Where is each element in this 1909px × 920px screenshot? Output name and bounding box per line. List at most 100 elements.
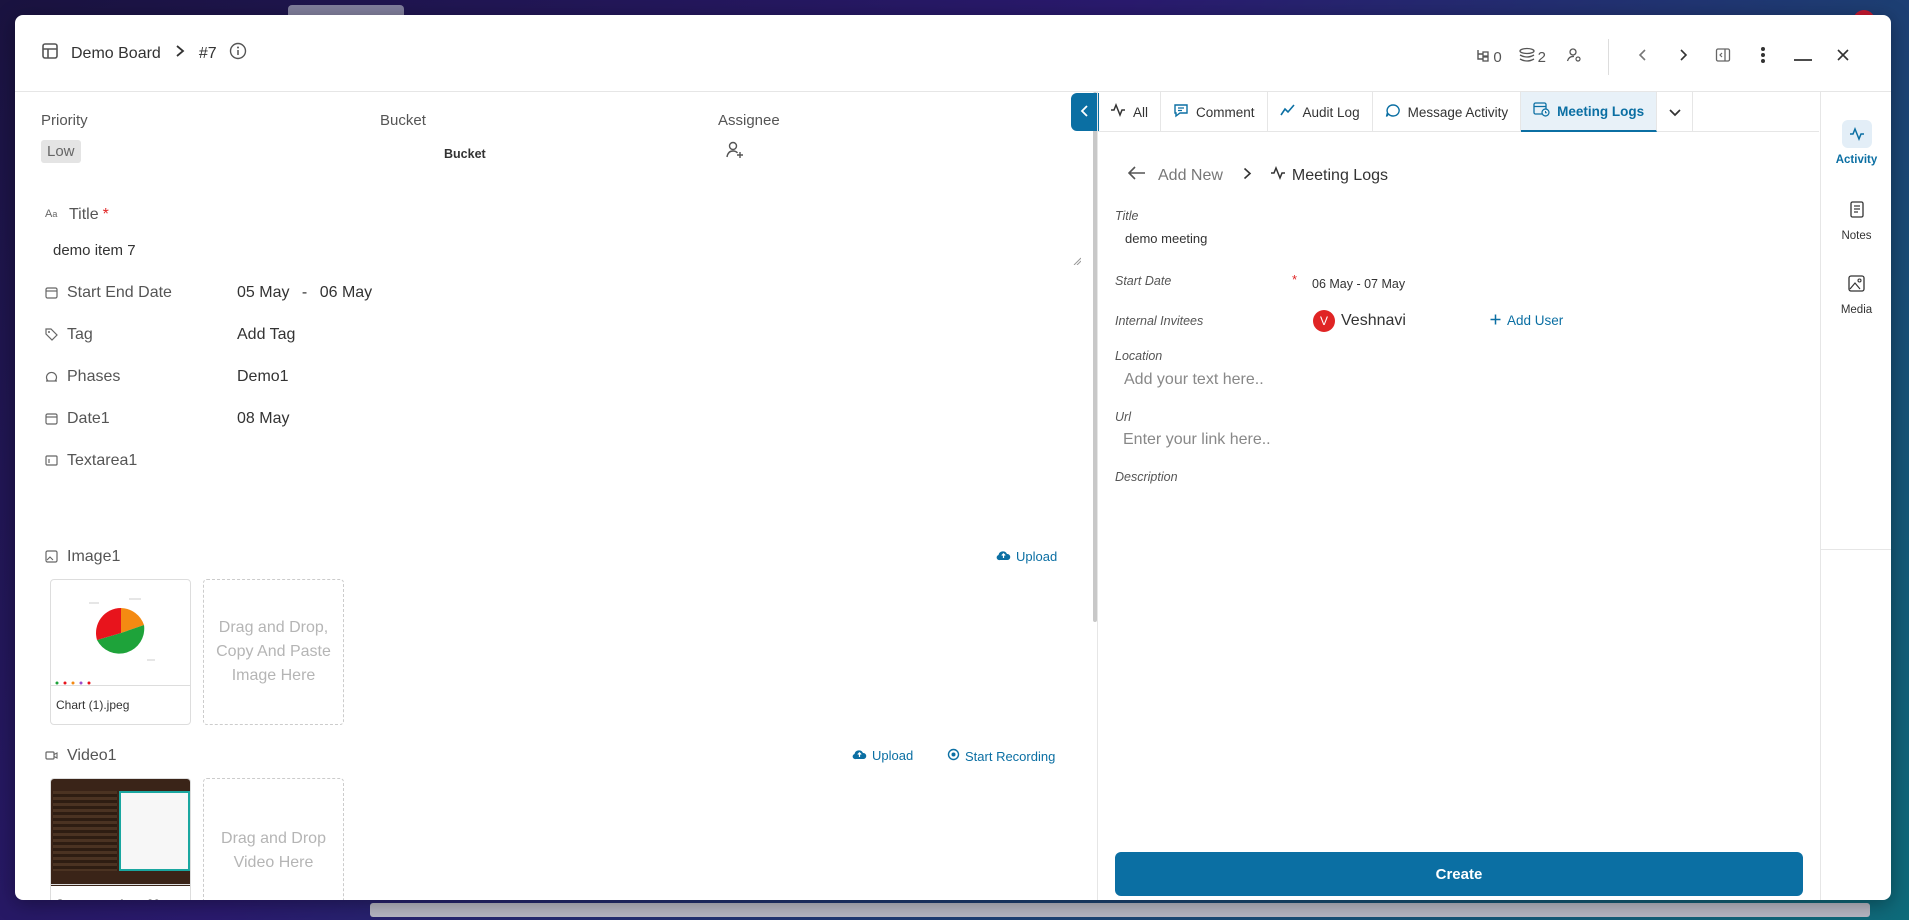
date1-label: Date1 xyxy=(45,410,110,428)
info-icon[interactable] xyxy=(229,42,247,65)
video-dropzone[interactable]: Drag and Drop Video Here xyxy=(203,778,344,900)
chevron-right-icon xyxy=(1243,167,1252,185)
title-label-text: Title xyxy=(69,206,99,223)
date-separator: - xyxy=(301,284,308,301)
start-end-date-value[interactable]: 05 May - 06 May xyxy=(237,284,372,302)
date1-value[interactable]: 08 May xyxy=(237,410,289,428)
calendar-icon xyxy=(45,286,59,300)
date1-label-text: Date1 xyxy=(67,410,110,427)
chevron-left-icon xyxy=(1636,48,1650,66)
add-tag-button[interactable]: Add Tag xyxy=(237,326,295,344)
description-label: Description xyxy=(1115,470,1178,484)
meeting-title-label: Title xyxy=(1115,209,1139,223)
board-icon xyxy=(41,42,59,65)
video-upload-button[interactable]: Upload xyxy=(852,748,913,763)
trend-icon xyxy=(1279,103,1296,121)
rail-media[interactable]: Media xyxy=(1821,270,1891,316)
location-label: Location xyxy=(1115,349,1163,363)
collapse-panel-button[interactable] xyxy=(1071,93,1099,131)
tab-audit-log[interactable]: Audit Log xyxy=(1268,92,1373,132)
image-file-name: Chart (1).jpeg xyxy=(51,685,190,724)
calendar-icon xyxy=(45,412,59,426)
toggle-panel-button[interactable] xyxy=(1703,42,1743,72)
image-upload-button[interactable]: Upload xyxy=(996,549,1057,564)
more-vertical-icon xyxy=(1760,46,1766,68)
add-new-link[interactable]: Add New xyxy=(1158,167,1223,185)
url-input[interactable]: Enter your link here.. xyxy=(1123,431,1271,449)
chevron-right-icon xyxy=(1676,48,1690,66)
tab-meeting-logs[interactable]: Meeting Logs xyxy=(1521,92,1658,132)
priority-chip[interactable]: Low xyxy=(41,140,81,163)
add-assignee-icon[interactable] xyxy=(725,140,745,165)
close-icon xyxy=(1836,48,1850,66)
textarea1-label-text: Textarea1 xyxy=(67,452,138,469)
title-textarea[interactable]: demo item 7 xyxy=(45,230,1082,270)
screencast-preview-image xyxy=(51,779,190,886)
tab-comment[interactable]: Comment xyxy=(1161,92,1268,132)
tab-comment-label: Comment xyxy=(1196,104,1255,120)
minimize-icon xyxy=(1794,49,1812,66)
tag-label-text: Tag xyxy=(67,326,93,343)
more-options-button[interactable] xyxy=(1743,42,1783,72)
resize-handle-icon[interactable] xyxy=(1073,252,1082,270)
description-editor[interactable] xyxy=(1115,492,1803,832)
create-button[interactable]: Create xyxy=(1115,852,1803,896)
header-actions: 0 2 xyxy=(1467,39,1863,75)
phases-label-text: Phases xyxy=(67,368,121,385)
tab-message-activity-label: Message Activity xyxy=(1407,104,1509,120)
close-button[interactable] xyxy=(1823,42,1863,72)
watchers-button[interactable] xyxy=(1554,42,1594,72)
title-value: demo item 7 xyxy=(53,242,136,259)
rail-notes-label: Notes xyxy=(1841,230,1872,242)
header-divider xyxy=(1608,39,1609,75)
subtasks-icon xyxy=(1475,47,1491,67)
bucket-value[interactable]: Bucket xyxy=(444,147,486,161)
rail-activity-label: Activity xyxy=(1835,154,1878,166)
rail-notes[interactable]: Notes xyxy=(1821,196,1891,242)
links-button[interactable]: 2 xyxy=(1510,42,1554,72)
start-date-label: Start Date xyxy=(1115,274,1172,288)
start-recording-label: Start Recording xyxy=(965,748,1056,764)
image1-label-text: Image1 xyxy=(67,548,121,565)
tabs-more-button[interactable] xyxy=(1657,92,1694,132)
notes-icon xyxy=(1842,196,1872,224)
video-thumbnail[interactable]: Screencast from 20... xyxy=(50,778,191,900)
activity-icon xyxy=(1841,120,1872,148)
activity-tabs: All Comment Audit Log Message Activity M… xyxy=(1098,92,1819,132)
rail-activity[interactable]: Activity xyxy=(1821,120,1891,166)
next-item-button[interactable] xyxy=(1663,42,1703,72)
panel-right-icon xyxy=(1715,47,1731,67)
subtasks-button[interactable]: 0 xyxy=(1467,42,1509,72)
meeting-title-input[interactable]: demo meeting xyxy=(1125,231,1207,246)
start-date-value: 05 May xyxy=(237,284,290,301)
rail-divider xyxy=(1821,549,1891,550)
tab-meeting-logs-label: Meeting Logs xyxy=(1557,103,1645,119)
arrow-left-icon[interactable] xyxy=(1127,166,1146,185)
image-thumbnail[interactable]: Chart (1).jpeg xyxy=(50,579,191,725)
tab-message-activity[interactable]: Message Activity xyxy=(1373,92,1522,132)
start-recording-button[interactable]: Start Recording xyxy=(947,748,1055,764)
invitee-chip[interactable]: V Veshnavi xyxy=(1313,310,1406,332)
item-details-pane: Priority Low Bucket Bucket Assignee Aa T… xyxy=(15,92,1097,900)
chat-icon xyxy=(1385,103,1401,122)
previous-item-button[interactable] xyxy=(1623,42,1663,72)
minimize-button[interactable] xyxy=(1783,42,1823,72)
board-name-link[interactable]: Demo Board xyxy=(71,45,161,63)
url-label: Url xyxy=(1115,410,1131,424)
record-icon xyxy=(947,748,960,764)
breadcrumb: Demo Board #7 xyxy=(41,42,247,65)
add-user-button[interactable]: Add User xyxy=(1490,313,1563,328)
location-input[interactable]: Add your text here.. xyxy=(1124,371,1264,389)
image-upload-label: Upload xyxy=(1016,549,1058,564)
phases-value[interactable]: Demo1 xyxy=(237,368,289,386)
tag-icon xyxy=(45,328,59,342)
links-count: 2 xyxy=(1537,48,1546,66)
start-date-value[interactable]: 06 May - 07 May xyxy=(1312,277,1405,291)
end-date-value: 06 May xyxy=(319,284,373,301)
meeting-logs-crumb: Meeting Logs xyxy=(1291,166,1388,184)
tab-all-label: All xyxy=(1133,104,1149,120)
tab-all[interactable]: All xyxy=(1098,92,1162,132)
image-dropzone[interactable]: Drag and Drop, Copy And Paste Image Here xyxy=(203,579,344,725)
comment-icon xyxy=(1173,103,1189,122)
calendar-clock-icon xyxy=(1533,101,1550,121)
